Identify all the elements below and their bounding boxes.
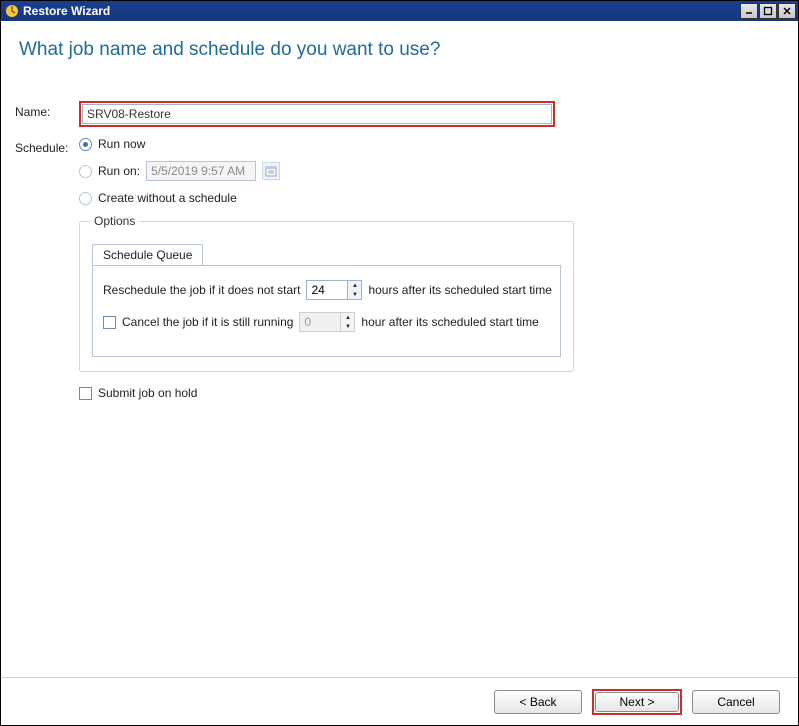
cancel-hours-spinner: ▲ ▼: [299, 312, 355, 332]
maximize-button[interactable]: [759, 3, 777, 19]
title-bar: Restore Wizard: [1, 1, 798, 21]
name-row: Name:: [15, 101, 784, 127]
tab-body-schedule-queue: Reschedule the job if it does not start …: [92, 265, 561, 357]
reschedule-line: Reschedule the job if it does not start …: [103, 280, 550, 300]
reschedule-spin-down[interactable]: ▼: [347, 290, 361, 299]
options-legend: Options: [90, 214, 139, 228]
radio-run-on[interactable]: [79, 165, 92, 178]
submit-hold-line: Submit job on hold: [79, 386, 784, 400]
cancel-button[interactable]: Cancel: [692, 690, 780, 714]
reschedule-hours-spinner[interactable]: ▲ ▼: [306, 280, 362, 300]
cancel-running-label: Cancel the job if it is still running: [122, 315, 293, 329]
schedule-label: Schedule:: [15, 137, 79, 155]
cancel-spin-up: ▲: [340, 313, 354, 322]
wizard-footer: < Back Next > Cancel: [1, 677, 798, 725]
radio-create-noschedule[interactable]: [79, 192, 92, 205]
job-name-input[interactable]: [82, 104, 552, 124]
radio-run-on-label: Run on:: [98, 164, 140, 178]
radio-run-now[interactable]: [79, 138, 92, 151]
reschedule-spin-up[interactable]: ▲: [347, 281, 361, 290]
reschedule-suffix: hours after its scheduled start time: [368, 283, 551, 297]
back-button[interactable]: < Back: [494, 690, 582, 714]
options-tabstrip: Schedule Queue: [92, 244, 561, 265]
close-button[interactable]: [778, 3, 796, 19]
options-group: Options Schedule Queue Reschedule the jo…: [79, 221, 574, 372]
minimize-button[interactable]: [740, 3, 758, 19]
page-title: What job name and schedule do you want t…: [19, 39, 784, 61]
next-button[interactable]: Next >: [595, 692, 679, 712]
submit-hold-label: Submit job on hold: [98, 386, 197, 400]
next-highlight: Next >: [592, 689, 682, 715]
cancel-line: Cancel the job if it is still running ▲ …: [103, 312, 550, 332]
calendar-icon: [262, 162, 280, 180]
cancel-hours-input: [300, 313, 340, 331]
tab-schedule-queue[interactable]: Schedule Queue: [92, 244, 203, 265]
schedule-radio-group: Run now Run on: Create without a sche: [79, 137, 280, 205]
name-highlight: [79, 101, 555, 127]
restore-wizard-icon: [5, 4, 19, 18]
cancel-running-suffix: hour after its scheduled start time: [361, 315, 538, 329]
reschedule-prefix: Reschedule the job if it does not start: [103, 283, 300, 297]
wizard-content: What job name and schedule do you want t…: [1, 21, 798, 725]
cancel-spin-down: ▼: [340, 322, 354, 331]
cancel-running-checkbox[interactable]: [103, 316, 116, 329]
reschedule-hours-input[interactable]: [307, 281, 347, 299]
window-title: Restore Wizard: [23, 4, 739, 18]
run-on-datetime-input: [146, 161, 256, 181]
radio-run-now-label: Run now: [98, 137, 145, 151]
radio-create-noschedule-label: Create without a schedule: [98, 191, 237, 205]
submit-hold-checkbox[interactable]: [79, 387, 92, 400]
schedule-row: Schedule: Run now Run on:: [15, 137, 784, 205]
name-label: Name:: [15, 101, 79, 119]
window-controls: [739, 3, 796, 19]
